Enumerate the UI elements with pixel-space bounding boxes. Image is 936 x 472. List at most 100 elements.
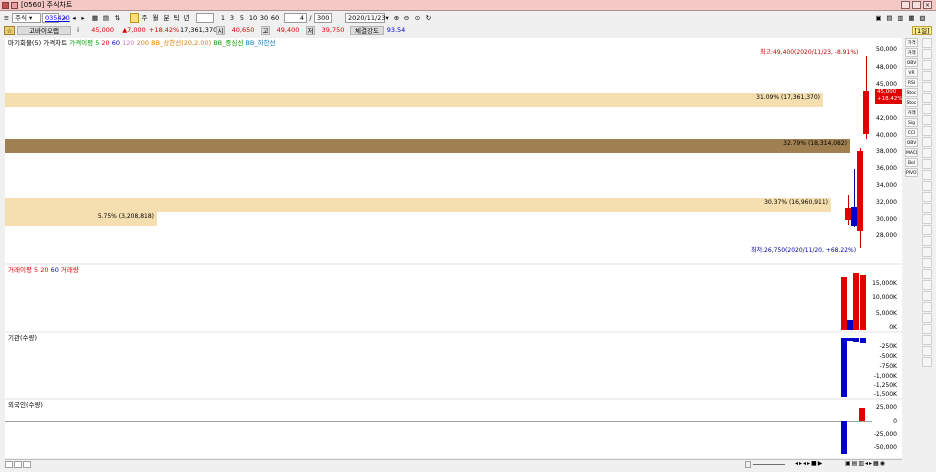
- next-icon[interactable]: ▸: [79, 13, 87, 23]
- scroll-end-button[interactable]: [23, 461, 31, 468]
- minute-button[interactable]: 분: [162, 13, 171, 23]
- undo-icon[interactable]: [922, 280, 932, 290]
- legend-vol-ma60: 60: [50, 266, 59, 274]
- indicator-tool[interactable]: CCI: [905, 128, 918, 137]
- arrow-icon[interactable]: [922, 159, 932, 169]
- max-count-input[interactable]: 300: [314, 13, 332, 23]
- trendline-icon[interactable]: [922, 60, 932, 70]
- foreign-panel[interactable]: 외국인(수량) 25,000 0 -25,000 -50,000: [5, 400, 902, 458]
- note-icon[interactable]: [922, 346, 932, 356]
- daily-button[interactable]: [130, 13, 139, 23]
- info-icon[interactable]: i: [74, 26, 82, 35]
- settings-icon[interactable]: [922, 236, 932, 246]
- close-button[interactable]: ×: [923, 1, 932, 9]
- save-icon[interactable]: [922, 247, 932, 257]
- indicator-tool[interactable]: 거래: [905, 108, 918, 117]
- indicator-tool[interactable]: Stoc: [905, 98, 918, 107]
- tool-icon-4[interactable]: ▦: [907, 13, 916, 23]
- interval-1[interactable]: 1: [219, 13, 227, 23]
- pan-icon[interactable]: [922, 313, 932, 323]
- code-input[interactable]: 035420: [42, 13, 70, 23]
- institution-axis-label: -1,500K: [873, 391, 897, 398]
- interval-10[interactable]: 10: [248, 13, 258, 23]
- indicator-tool[interactable]: RSI: [905, 78, 918, 87]
- tick-button[interactable]: 틱: [172, 13, 181, 23]
- interval-60[interactable]: 60: [270, 13, 280, 23]
- print-icon[interactable]: [922, 258, 932, 268]
- channel-icon[interactable]: [922, 93, 932, 103]
- minimize-button[interactable]: [901, 1, 910, 9]
- scroll-controls[interactable]: ◂▸◂▸■▶: [795, 460, 840, 468]
- indicator-tool[interactable]: 거래량: [905, 48, 918, 57]
- star-icon[interactable]: [922, 324, 932, 334]
- updown-icon[interactable]: ⇅: [113, 13, 122, 23]
- date-picker[interactable]: 2020/11/23▾: [345, 13, 389, 23]
- group-icon[interactable]: ▦: [90, 13, 100, 23]
- indicator-tool[interactable]: MACD: [905, 148, 918, 157]
- circle-icon[interactable]: [922, 137, 932, 147]
- zoom-in-icon[interactable]: ⊕: [392, 13, 401, 23]
- eraser-icon[interactable]: [922, 192, 932, 202]
- redo-icon[interactable]: [922, 291, 932, 301]
- delete-icon[interactable]: [922, 225, 932, 235]
- tool-icon-3[interactable]: ▥: [896, 13, 905, 23]
- magnet-icon[interactable]: [922, 203, 932, 213]
- search-icon[interactable]: ⌕: [61, 13, 69, 23]
- scroll-right-button[interactable]: [14, 461, 22, 468]
- market-select[interactable]: 주식 ▾: [12, 13, 41, 23]
- gann-icon[interactable]: [922, 115, 932, 125]
- favorite-icon[interactable]: ☆: [4, 26, 15, 35]
- tool-more-icon[interactable]: [922, 357, 932, 367]
- indicator-tool[interactable]: PIVOT: [905, 168, 918, 177]
- cursor-icon[interactable]: [922, 38, 932, 48]
- fibo-icon[interactable]: [922, 104, 932, 114]
- indicator-tool[interactable]: Sig: [905, 118, 918, 127]
- indicator-tool[interactable]: OBV: [905, 58, 918, 67]
- tool-icon-2[interactable]: ▤: [885, 13, 894, 23]
- institution-bar: [841, 338, 847, 397]
- monthly-button[interactable]: 월: [151, 13, 160, 23]
- prev-icon[interactable]: ◂: [70, 13, 78, 23]
- horizontal-scrollbar[interactable]: ◂▸◂▸■▶ ▣▤▥◂▸▦◉: [5, 459, 902, 468]
- institution-panel[interactable]: 기관(수량) -250K -500K -750K -1,000K -1,250K…: [5, 333, 902, 398]
- tool-icon-5[interactable]: ▧: [918, 13, 927, 23]
- zoom-reset-icon[interactable]: ⊙: [413, 13, 422, 23]
- volume-panel[interactable]: 거래이평 5 20 60 거래량 15,000K 10,000K 5,000K …: [5, 265, 902, 331]
- crosshair-icon[interactable]: [922, 49, 932, 59]
- hline-icon[interactable]: [922, 71, 932, 81]
- price-panel[interactable]: 마기회불(5) 가격차트 가격이평 5 20 60 120 200 BB_상한선…: [5, 38, 903, 263]
- zoom-out-icon[interactable]: ⊖: [402, 13, 411, 23]
- indicator-tool[interactable]: 가격차트: [905, 38, 918, 47]
- triangle-icon[interactable]: [922, 148, 932, 158]
- interval-30[interactable]: 30: [259, 13, 269, 23]
- interval-3[interactable]: 3: [228, 13, 236, 23]
- lock-icon[interactable]: [922, 214, 932, 224]
- maximize-button[interactable]: [912, 1, 921, 9]
- rect-icon[interactable]: [922, 126, 932, 136]
- pen-icon[interactable]: [922, 181, 932, 191]
- indicator-tool[interactable]: Stoc: [905, 88, 918, 97]
- interval-5[interactable]: 5: [238, 13, 246, 23]
- link-icon[interactable]: [11, 2, 18, 9]
- copy-icon[interactable]: [922, 269, 932, 279]
- interval-select[interactable]: [196, 13, 214, 23]
- scroll-thumb[interactable]: [753, 464, 785, 465]
- flag-icon[interactable]: [922, 335, 932, 345]
- menu-icon[interactable]: ≡: [2, 13, 11, 23]
- zoom-icon[interactable]: [922, 302, 932, 312]
- vline-icon[interactable]: [922, 82, 932, 92]
- list-icon[interactable]: ▤: [101, 13, 111, 23]
- indicator-tool[interactable]: Bol: [905, 158, 918, 167]
- count-input[interactable]: 4: [284, 13, 307, 23]
- view-controls[interactable]: ▣▤▥◂▸▦◉: [845, 460, 902, 468]
- indicator-tool[interactable]: VR: [905, 68, 918, 77]
- scroll-start-marker[interactable]: [745, 461, 751, 468]
- weekly-button[interactable]: 주: [140, 13, 149, 23]
- indicator-tool[interactable]: OBV: [905, 138, 918, 147]
- refresh-icon[interactable]: ↻: [424, 13, 433, 23]
- tool-icon-1[interactable]: ▣: [874, 13, 883, 23]
- text-icon[interactable]: [922, 170, 932, 180]
- candle: [857, 151, 863, 231]
- scroll-left-button[interactable]: [5, 461, 13, 468]
- year-button[interactable]: 년: [182, 13, 191, 23]
